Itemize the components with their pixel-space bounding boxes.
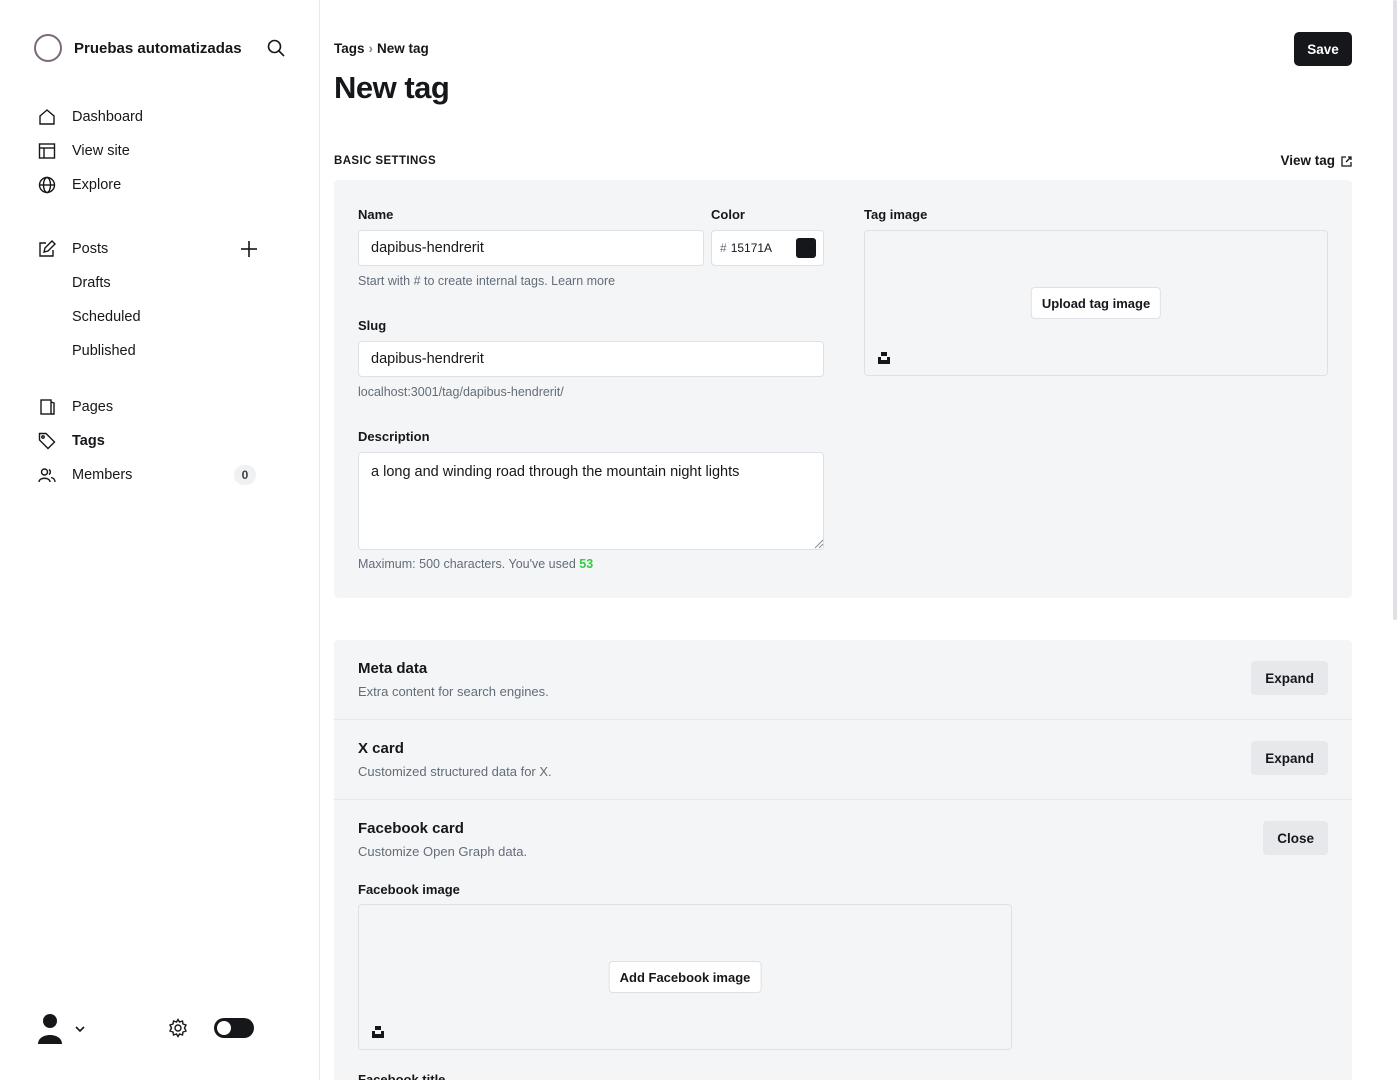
tag-image-uploader[interactable]: Upload tag image	[864, 230, 1328, 376]
site-logo[interactable]	[34, 34, 62, 62]
app: Pruebas automatizadas Dashboard View sit…	[0, 0, 1400, 1080]
nav-label-explore: Explore	[72, 177, 122, 193]
breadcrumb-tags-link[interactable]: Tags	[334, 41, 365, 56]
meta-data-expand-button[interactable]: Expand	[1251, 661, 1328, 695]
nav-label-tags: Tags	[72, 433, 105, 449]
description-hint: Maximum: 500 characters. You've used 53	[358, 557, 593, 571]
toggle-knob	[217, 1021, 231, 1035]
site-header: Pruebas automatizadas	[34, 34, 294, 62]
main-nav: Dashboard View site Explore Posts Drafts…	[38, 100, 288, 492]
plus-icon[interactable]	[240, 240, 258, 258]
name-hint-text: Start with # to create internal tags.	[358, 274, 548, 288]
breadcrumb: Tags › New tag	[334, 41, 429, 56]
globe-icon	[38, 176, 56, 194]
nav-label-dashboard: Dashboard	[72, 109, 143, 125]
basic-settings-card: Name Start with # to create internal tag…	[334, 180, 1352, 598]
external-link-icon	[1341, 155, 1352, 167]
facebook-card-desc: Customize Open Graph data.	[358, 844, 528, 859]
nav-label-drafts: Drafts	[72, 275, 111, 291]
unsplash-icon[interactable]	[877, 351, 891, 365]
nav-label-posts: Posts	[72, 241, 109, 257]
color-input[interactable]	[730, 241, 791, 255]
nav-item-posts[interactable]: Posts	[38, 232, 288, 266]
user-avatar-icon[interactable]	[36, 1012, 64, 1044]
description-label: Description	[358, 429, 430, 444]
nav-item-view-site[interactable]: View site	[38, 134, 288, 168]
color-label: Color	[711, 207, 745, 222]
gear-icon[interactable]	[168, 1018, 188, 1038]
nav-item-scheduled[interactable]: Scheduled	[38, 300, 288, 334]
nav-item-published[interactable]: Published	[38, 334, 288, 368]
users-icon	[38, 466, 56, 484]
main-content: Tags › New tag New tag Save BASIC SETTINGS…	[334, 0, 1352, 1080]
basic-settings-label: BASIC SETTINGS	[334, 155, 437, 167]
page-scrollbar[interactable]	[1393, 0, 1397, 620]
slug-input[interactable]	[358, 341, 824, 377]
name-label: Name	[358, 207, 394, 222]
facebook-image-label: Facebook image	[358, 882, 460, 897]
x-card-desc: Customized structured data for X.	[358, 764, 552, 779]
sidebar-footer	[36, 1010, 288, 1046]
meta-data-section: Meta data Extra content for search engin…	[334, 640, 1352, 720]
layout-icon	[38, 142, 56, 160]
meta-data-desc: Extra content for search engines.	[358, 684, 549, 699]
facebook-image-uploader[interactable]: Add Facebook image	[358, 904, 1012, 1050]
description-hint-text: Maximum: 500 characters. You've used	[358, 557, 576, 571]
tag-image-label: Tag image	[864, 207, 928, 222]
color-field: #	[711, 230, 824, 266]
description-count: 53	[579, 557, 594, 571]
page-icon	[38, 398, 56, 416]
facebook-card-title: Facebook card	[358, 820, 464, 837]
tag-icon	[38, 432, 56, 450]
edit-icon	[38, 240, 56, 258]
name-hint: Start with # to create internal tags. Le…	[358, 274, 615, 288]
nav-item-explore[interactable]: Explore	[38, 168, 288, 202]
color-hash: #	[720, 241, 727, 255]
facebook-card-section: Facebook card Customize Open Graph data.…	[334, 800, 1352, 1080]
resize-grip-icon[interactable]	[812, 536, 824, 549]
breadcrumb-separator: ›	[368, 41, 374, 56]
page-title: New tag	[334, 70, 450, 105]
view-tag-label: View tag	[1280, 153, 1335, 168]
home-icon	[38, 108, 56, 126]
view-tag-link[interactable]: View tag	[1280, 153, 1352, 168]
chevron-down-icon[interactable]	[74, 1022, 86, 1034]
sidebar: Pruebas automatizadas Dashboard View sit…	[0, 0, 320, 1080]
nav-item-members[interactable]: Members 0	[38, 458, 288, 492]
nav-label-members: Members	[72, 467, 133, 483]
learn-more-link[interactable]: Learn more	[551, 274, 615, 288]
upload-tag-image-button[interactable]: Upload tag image	[1030, 287, 1162, 319]
facebook-card-close-button[interactable]: Close	[1263, 821, 1328, 855]
breadcrumb-current: New tag	[377, 41, 429, 56]
nav-item-tags[interactable]: Tags	[38, 424, 288, 458]
nav-label-view-site: View site	[72, 143, 130, 159]
slug-label: Slug	[358, 318, 387, 333]
meta-data-title: Meta data	[358, 660, 428, 677]
facebook-title-label: Facebook title	[358, 1072, 446, 1080]
nav-item-drafts[interactable]: Drafts	[38, 266, 288, 300]
unsplash-icon[interactable]	[371, 1025, 385, 1039]
save-button[interactable]: Save	[1294, 32, 1352, 66]
nav-label-scheduled: Scheduled	[72, 309, 141, 325]
theme-toggle[interactable]	[214, 1018, 254, 1038]
slug-url: localhost:3001/tag/dapibus-hendrerit/	[358, 385, 564, 399]
site-title: Pruebas automatizadas	[74, 39, 242, 57]
members-count-badge: 0	[234, 465, 256, 485]
nav-item-dashboard[interactable]: Dashboard	[38, 100, 288, 134]
x-card-expand-button[interactable]: Expand	[1251, 741, 1328, 775]
name-input[interactable]	[358, 230, 704, 266]
add-facebook-image-button[interactable]: Add Facebook image	[608, 961, 762, 993]
description-textarea[interactable]: a long and winding road through the moun…	[358, 452, 824, 550]
nav-item-pages[interactable]: Pages	[38, 390, 288, 424]
nav-label-published: Published	[72, 343, 136, 359]
search-icon[interactable]	[266, 38, 286, 58]
x-card-section: X card Customized structured data for X.…	[334, 720, 1352, 800]
nav-label-pages: Pages	[72, 399, 114, 415]
x-card-title: X card	[358, 740, 404, 757]
color-swatch[interactable]	[796, 238, 816, 258]
